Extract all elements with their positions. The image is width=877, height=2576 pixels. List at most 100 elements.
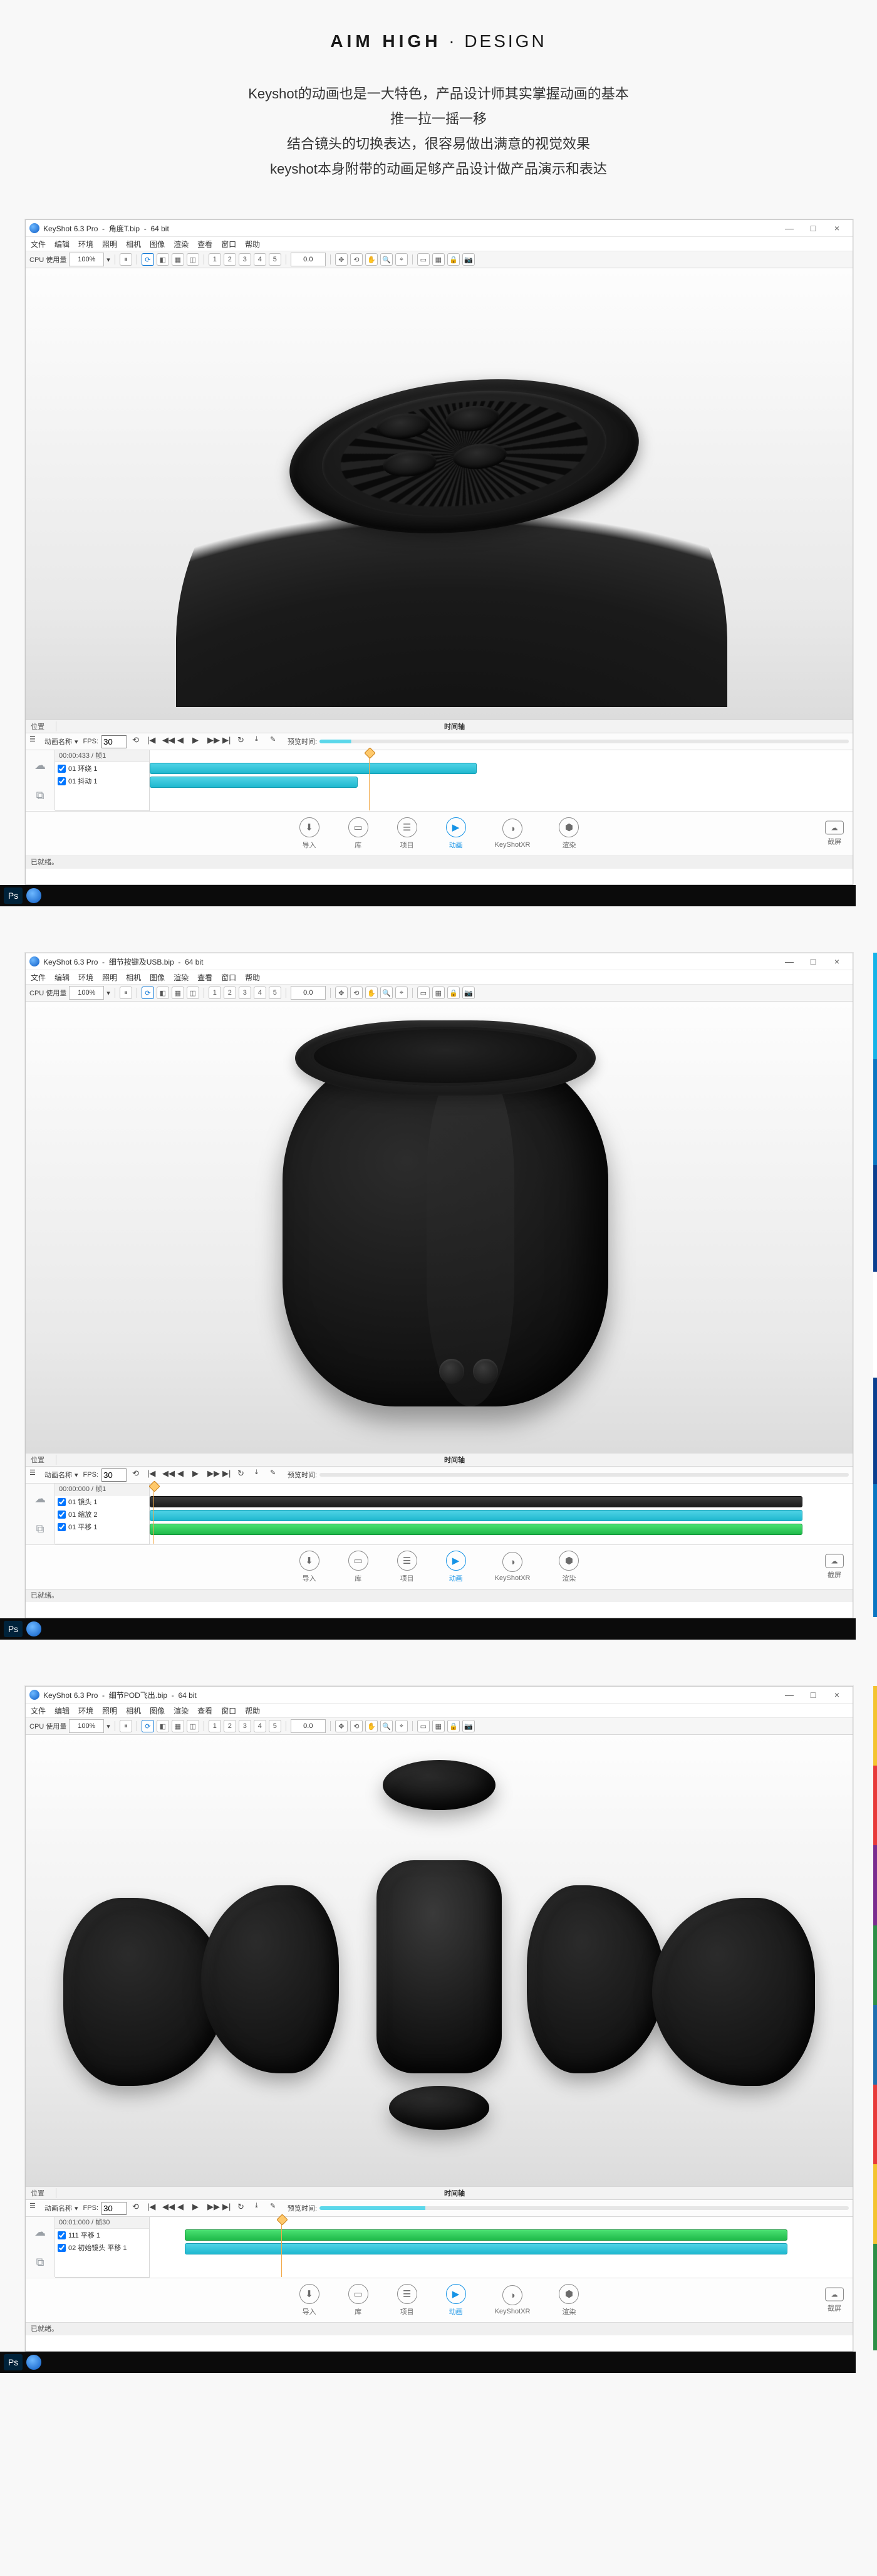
menu-view[interactable]: 查看 bbox=[197, 239, 212, 249]
tool-refresh-icon[interactable]: ⟳ bbox=[142, 1720, 154, 1732]
taskbar-ps-icon[interactable]: Ps bbox=[4, 1621, 23, 1637]
tool-2-icon[interactable]: 2 bbox=[224, 987, 236, 999]
action-library[interactable]: ▭库 bbox=[348, 2284, 368, 2317]
tl-tool-list-icon[interactable]: ☰ bbox=[29, 1469, 42, 1481]
action-library[interactable]: ▭库 bbox=[348, 1551, 368, 1583]
tl-play-icon[interactable]: ▶ bbox=[192, 2202, 205, 2214]
action-render[interactable]: ⬢渲染 bbox=[559, 2284, 579, 2317]
track-bar[interactable] bbox=[150, 1496, 802, 1507]
titlebar[interactable]: KeyShot 6.3 Pro - 角度T.bip - 64 bit — □ × bbox=[26, 220, 853, 237]
action-animation[interactable]: ▶动画 bbox=[446, 2284, 466, 2317]
minimize-button[interactable]: — bbox=[777, 223, 801, 233]
track-checkbox[interactable] bbox=[58, 2231, 66, 2239]
tool-grid-icon[interactable]: ▦ bbox=[432, 1720, 445, 1732]
tool-pan-icon[interactable]: ✋ bbox=[365, 253, 378, 266]
tl-reset-icon[interactable]: ⟲ bbox=[132, 2202, 145, 2214]
tool-4-icon[interactable]: 4 bbox=[254, 987, 266, 999]
tl-first-icon[interactable]: |◀ bbox=[147, 2202, 160, 2214]
tool-lock-icon[interactable]: 🔒 bbox=[447, 253, 460, 266]
menu-camera[interactable]: 相机 bbox=[126, 1705, 141, 1716]
tl-reset-icon[interactable]: ⟲ bbox=[132, 1469, 145, 1481]
tool-b-icon[interactable]: ▦ bbox=[172, 253, 184, 266]
tl-last-icon[interactable]: ▶| bbox=[222, 735, 235, 748]
maximize-button[interactable]: □ bbox=[801, 1690, 825, 1700]
tl-prev-icon[interactable]: ◀◀ bbox=[162, 735, 175, 748]
tool-move-icon[interactable]: ✥ bbox=[335, 987, 348, 999]
tool-1-icon[interactable]: 1 bbox=[209, 1720, 221, 1732]
cpu-value[interactable] bbox=[69, 253, 104, 266]
tool-pan-icon[interactable]: ✋ bbox=[365, 987, 378, 999]
tool-c-icon[interactable]: ◫ bbox=[187, 253, 199, 266]
tool-rot-icon[interactable]: ⟲ bbox=[350, 253, 363, 266]
tool-grid-icon[interactable]: ▦ bbox=[432, 987, 445, 999]
close-button[interactable]: × bbox=[825, 223, 849, 233]
tool-grid-icon[interactable]: ▦ bbox=[432, 253, 445, 266]
render-viewport[interactable] bbox=[26, 1735, 853, 2186]
track-bar[interactable] bbox=[150, 1524, 802, 1535]
titlebar[interactable]: KeyShot 6.3 Pro - 细节按键及USB.bip - 64 bit … bbox=[26, 953, 853, 970]
tool-move-icon[interactable]: ✥ bbox=[335, 1720, 348, 1732]
close-button[interactable]: × bbox=[825, 956, 849, 966]
action-render[interactable]: ⬢渲染 bbox=[559, 817, 579, 850]
tool-a-icon[interactable]: ◧ bbox=[157, 1720, 169, 1732]
action-keyshotxr[interactable]: ◑KeyShotXR bbox=[495, 1552, 531, 1582]
menu-env[interactable]: 环境 bbox=[78, 239, 93, 249]
menu-env[interactable]: 环境 bbox=[78, 1705, 93, 1716]
tl-edit-icon[interactable]: ✎ bbox=[270, 735, 283, 748]
cpu-value[interactable] bbox=[69, 1719, 104, 1733]
action-screenshot[interactable]: ☁截屏 bbox=[825, 821, 844, 847]
track-row[interactable]: 01 平移 1 bbox=[55, 1521, 149, 1533]
tool-num-input[interactable] bbox=[291, 253, 326, 266]
menu-help[interactable]: 帮助 bbox=[245, 1705, 260, 1716]
track-row[interactable]: 01 抖动 1 bbox=[55, 775, 149, 787]
tool-c-icon[interactable]: ◫ bbox=[187, 1720, 199, 1732]
tl-reset-icon[interactable]: ⟲ bbox=[132, 735, 145, 748]
tool-2-icon[interactable]: 2 bbox=[224, 253, 236, 266]
tool-refresh-icon[interactable]: ⟳ bbox=[142, 987, 154, 999]
render-viewport[interactable] bbox=[26, 268, 853, 720]
cloud-icon[interactable]: ☁ bbox=[34, 2226, 46, 2239]
panel-left-label[interactable]: 位置 bbox=[26, 721, 56, 731]
tool-1-icon[interactable]: 1 bbox=[209, 987, 221, 999]
maximize-button[interactable]: □ bbox=[801, 223, 825, 233]
preview-slider[interactable] bbox=[319, 740, 849, 743]
action-animation[interactable]: ▶动画 bbox=[446, 1551, 466, 1583]
tl-back-icon[interactable]: ◀ bbox=[177, 735, 190, 748]
menu-view[interactable]: 查看 bbox=[197, 1705, 212, 1716]
tool-cam-icon[interactable]: 📷 bbox=[462, 253, 475, 266]
menu-file[interactable]: 文件 bbox=[31, 239, 46, 249]
minimize-button[interactable]: — bbox=[777, 956, 801, 966]
fps-input[interactable] bbox=[101, 2202, 127, 2215]
tool-rot-icon[interactable]: ⟲ bbox=[350, 1720, 363, 1732]
menu-camera[interactable]: 相机 bbox=[126, 972, 141, 983]
menu-light[interactable]: 照明 bbox=[102, 1705, 117, 1716]
tool-c-icon[interactable]: ◫ bbox=[187, 987, 199, 999]
tool-3-icon[interactable]: 3 bbox=[239, 253, 251, 266]
track-row[interactable]: 01 环绕 1 bbox=[55, 762, 149, 775]
tl-tool-list-icon[interactable]: ☰ bbox=[29, 2202, 42, 2214]
action-import[interactable]: ⬇导入 bbox=[299, 2284, 319, 2317]
tl-edit-icon[interactable]: ✎ bbox=[270, 1469, 283, 1481]
tool-zoom-icon[interactable]: 🔍 bbox=[380, 253, 393, 266]
tool-rot-icon[interactable]: ⟲ bbox=[350, 987, 363, 999]
tool-pause-icon[interactable]: ⏸ bbox=[120, 1720, 132, 1732]
preview-slider[interactable] bbox=[319, 1473, 849, 1477]
action-screenshot[interactable]: ☁截屏 bbox=[825, 1554, 844, 1580]
tool-num-input[interactable] bbox=[291, 1719, 326, 1733]
tl-play-icon[interactable]: ▶ bbox=[192, 1469, 205, 1481]
taskbar-keyshot-icon[interactable] bbox=[26, 2355, 41, 2370]
taskbar-keyshot-icon[interactable] bbox=[26, 1621, 41, 1636]
track-row[interactable]: 02 初始镜头 平移 1 bbox=[55, 2241, 149, 2254]
tool-persp-icon[interactable]: ▭ bbox=[417, 987, 430, 999]
track-checkbox[interactable] bbox=[58, 1498, 66, 1506]
tool-3-icon[interactable]: 3 bbox=[239, 1720, 251, 1732]
wizard-icon[interactable]: ⧉ bbox=[36, 2256, 44, 2269]
playhead[interactable] bbox=[281, 2217, 282, 2277]
tl-prev-icon[interactable]: ◀◀ bbox=[162, 2202, 175, 2214]
tool-persp-icon[interactable]: ▭ bbox=[417, 253, 430, 266]
track-bar[interactable] bbox=[150, 777, 358, 788]
taskbar[interactable]: Ps bbox=[0, 2352, 856, 2373]
tool-zoom-icon[interactable]: 🔍 bbox=[380, 987, 393, 999]
tl-back-icon[interactable]: ◀ bbox=[177, 2202, 190, 2214]
wizard-icon[interactable]: ⧉ bbox=[36, 1522, 44, 1536]
